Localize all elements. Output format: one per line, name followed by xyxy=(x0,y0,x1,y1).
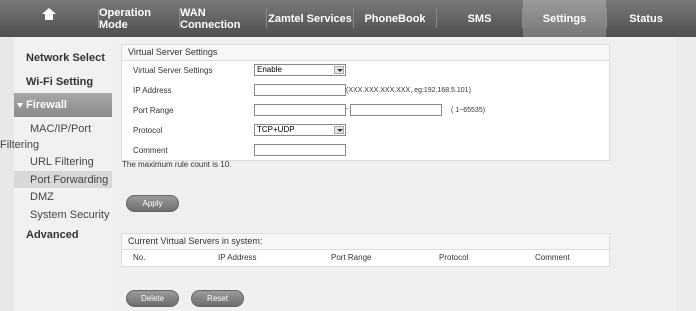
tab-status[interactable]: Status xyxy=(607,0,685,37)
column-header-ip-address: IP Address xyxy=(218,253,257,262)
home-tab[interactable] xyxy=(0,0,98,37)
sidebar-item-port-forwarding[interactable]: Port Forwarding xyxy=(14,171,112,188)
column-header-protocol: Protocol xyxy=(439,253,469,262)
port-range-end-input[interactable] xyxy=(350,104,442,116)
sidebar-item-system-security[interactable]: System Security xyxy=(14,206,112,223)
tab-zamtel-services[interactable]: Zamtel Services xyxy=(267,0,353,37)
sidebar-item-advanced[interactable]: Advanced xyxy=(26,229,79,241)
virtual-server-settings-label: Virtual Server Settings xyxy=(133,66,213,75)
tab-operation-mode[interactable]: Operation Mode xyxy=(99,0,179,37)
select-value: Enable xyxy=(257,65,282,74)
top-navigation: Operation Mode WAN Connection Zamtel Ser… xyxy=(0,0,696,37)
tab-sms[interactable]: SMS xyxy=(437,0,522,37)
protocol-label: Protocol xyxy=(133,126,163,135)
column-header-no: No. xyxy=(133,253,146,262)
tab-wan-connection[interactable]: WAN Connection xyxy=(180,0,266,37)
reset-button[interactable]: Reset xyxy=(191,290,244,307)
select-value: TCP+UDP xyxy=(257,125,295,134)
comment-label: Comment xyxy=(133,146,168,155)
comment-input[interactable] xyxy=(254,144,346,156)
ip-address-label: IP Address xyxy=(133,86,172,95)
left-margin xyxy=(0,37,14,311)
ip-address-hint: (XXX.XXX.XXX.XXX, eg:192.168.5.101) xyxy=(346,87,471,94)
sidebar-item-label: Firewall xyxy=(26,99,67,111)
protocol-select[interactable]: TCP+UDP xyxy=(254,124,346,136)
sidebar-item-dmz[interactable]: DMZ xyxy=(14,188,112,205)
max-rule-text: The maximum rule count is 10. xyxy=(122,160,232,169)
right-margin xyxy=(676,37,696,311)
chevron-down-icon xyxy=(334,126,344,134)
port-range-hint: ( 1~65535) xyxy=(451,107,486,114)
delete-button[interactable]: Delete xyxy=(126,290,179,307)
tab-phonebook[interactable]: PhoneBook xyxy=(354,0,436,37)
column-header-comment: Comment xyxy=(535,253,570,262)
sidebar-item-network-select[interactable]: Network Select xyxy=(26,52,105,64)
sidebar-item-filtering[interactable]: Filtering xyxy=(0,136,98,153)
apply-button[interactable]: Apply xyxy=(126,195,179,212)
sidebar-item-wifi-setting[interactable]: Wi-Fi Setting xyxy=(26,76,93,88)
port-range-start-input[interactable] xyxy=(254,104,346,116)
column-header-port-range: Port Range xyxy=(331,253,372,262)
sidebar-item-firewall[interactable]: Firewall xyxy=(14,93,112,117)
virtual-server-enable-select[interactable]: Enable xyxy=(254,64,346,76)
chevron-down-icon xyxy=(334,66,344,74)
panel-title: Virtual Server Settings xyxy=(122,45,609,61)
virtual-server-settings-panel: Virtual Server Settings xyxy=(121,44,610,161)
sidebar-item-mac-ip-port[interactable]: MAC/IP/Port xyxy=(14,120,112,137)
ip-address-input[interactable] xyxy=(254,84,346,96)
port-range-dash: - xyxy=(346,106,349,113)
home-icon xyxy=(42,8,56,24)
port-range-label: Port Range xyxy=(133,106,174,115)
tab-settings[interactable]: Settings xyxy=(523,0,606,37)
panel-title: Current Virtual Servers in system: xyxy=(122,234,609,250)
sidebar-item-url-filtering[interactable]: URL Filtering xyxy=(14,153,112,170)
triangle-down-icon xyxy=(17,102,23,108)
